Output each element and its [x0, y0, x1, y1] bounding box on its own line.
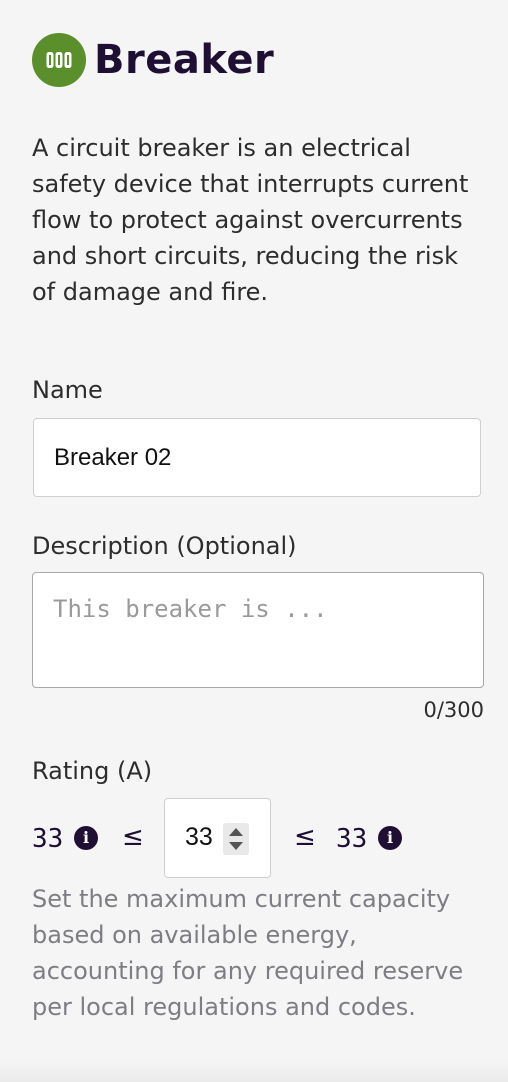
rating-number-input[interactable]: 33: [164, 798, 271, 878]
name-input[interactable]: [33, 418, 481, 497]
info-icon[interactable]: i: [74, 826, 98, 850]
name-label: Name: [32, 376, 103, 404]
info-icon[interactable]: i: [378, 826, 402, 850]
rating-value: 33: [185, 823, 213, 851]
description-label: Description (Optional): [32, 532, 297, 560]
scroll-fade: [0, 1058, 508, 1082]
header: Breaker: [32, 33, 274, 87]
less-equal-symbol: ≤: [294, 822, 316, 852]
less-equal-symbol: ≤: [122, 822, 144, 852]
rating-label: Rating (A): [32, 757, 153, 785]
rating-help-text: Set the maximum current capacity based o…: [32, 885, 464, 1021]
stepper-down-icon[interactable]: [229, 842, 243, 850]
page-title: Breaker: [94, 37, 275, 83]
character-counter: 0/300: [423, 698, 484, 722]
stepper[interactable]: [223, 823, 249, 855]
rating-min-value: 33: [32, 824, 64, 854]
breaker-description: A circuit breaker is an electrical safet…: [32, 134, 469, 306]
breaker-icon: [32, 33, 86, 87]
stepper-up-icon[interactable]: [229, 828, 243, 836]
rating-row: 33 i ≤ 33 ≤ 33 i: [32, 798, 484, 878]
description-input[interactable]: [32, 572, 484, 688]
rating-max-value: 33: [336, 824, 368, 854]
